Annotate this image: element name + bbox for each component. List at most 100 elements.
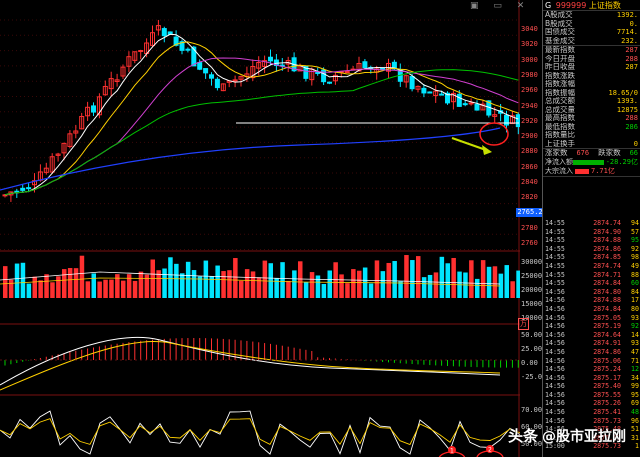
volume-bar <box>298 261 303 298</box>
volume-bar <box>239 280 244 298</box>
tick-price: 2874.85 <box>593 253 621 262</box>
stat-row-value: 286 <box>625 122 638 131</box>
stat-row: 最新指数 287 <box>543 46 640 55</box>
tick-time: 14:56 <box>545 365 565 374</box>
stat-row: 昨日收盘 287 <box>543 63 640 72</box>
volume-bar <box>73 268 79 298</box>
tick-time: 14:56 <box>545 304 565 313</box>
candle-body <box>161 28 167 37</box>
tick-price: 2875.73 <box>593 416 621 425</box>
tick-list[interactable]: 14:55 2874.74 94 14:55 2874.90 57 14:55 2874.88… <box>543 219 640 451</box>
kdj-marker-label: 1 <box>450 448 454 455</box>
volume-bar <box>292 270 297 298</box>
volume-bar <box>451 257 456 298</box>
volume-bar <box>103 279 108 298</box>
panel-title-name: 上证指数 <box>588 1 621 10</box>
tick-time: 14:55 <box>545 219 565 227</box>
panel-title[interactable]: G 999999 上证指数 <box>543 0 640 11</box>
tick-volume: 80 <box>631 304 639 313</box>
tick-volume: 92 <box>631 244 639 253</box>
volume-bar <box>62 269 67 298</box>
tick-time: 14:56 <box>545 399 565 408</box>
price-tick-label: 2940 <box>521 101 538 110</box>
ma60-line <box>4 69 519 196</box>
volume-bar <box>480 260 486 298</box>
volume-bar <box>262 260 268 298</box>
volume-bar <box>162 268 167 298</box>
tick-row: 14:56 2875.40 99 <box>543 382 640 391</box>
kdj-k-line <box>0 410 520 455</box>
volume-bar <box>339 274 344 298</box>
candle-body <box>138 50 144 53</box>
kline-chart-area[interactable]: 12 <box>0 0 520 457</box>
tick-volume: 99 <box>631 382 639 391</box>
kdj-marker-label: 2 <box>488 447 492 454</box>
tick-row: 14:55 2874.84 60 <box>543 279 640 288</box>
tick-volume: 14 <box>631 330 639 339</box>
candle-body <box>197 62 203 70</box>
tick-time: 14:55 <box>545 236 565 245</box>
turnover-row-value: 0. <box>629 19 638 28</box>
turnover-row-label: 基金成交 <box>545 36 575 45</box>
candle-body <box>462 103 468 106</box>
volume-bar <box>404 255 409 298</box>
candle-body <box>91 105 96 113</box>
macd-tick-label: 25.00 <box>521 345 543 353</box>
turnover-row: 国债成交 7714. <box>543 28 640 37</box>
turnover-row-label: 国债成交 <box>545 28 575 36</box>
volume-tick-label: 25000 <box>521 272 543 280</box>
volume-bar <box>357 270 362 298</box>
price-tick-label: 2920 <box>521 116 538 125</box>
stat-row-value: 288 <box>625 114 638 122</box>
tick-price: 2874.84 <box>593 304 621 313</box>
tick-row: 14:56 2875.05 93 <box>543 314 640 323</box>
volume-bar <box>215 265 220 298</box>
stat-row-label: 指数振幅 <box>545 88 575 97</box>
panel-title-code: 999999 <box>555 1 587 10</box>
tick-time: 14:56 <box>545 408 565 417</box>
volume-bar <box>445 263 450 298</box>
tick-time: 14:56 <box>545 296 565 305</box>
window-controls[interactable]: ▣ ▭ ✕ <box>470 1 530 11</box>
stat-row-label: 总成交量 <box>545 105 575 114</box>
candle-body <box>327 81 332 84</box>
tick-row: 14:56 2875.26 69 <box>543 399 640 408</box>
volume-bar <box>191 270 197 298</box>
tick-price: 2875.19 <box>593 322 621 331</box>
candle-body <box>26 187 32 190</box>
tick-price: 2874.91 <box>593 339 621 348</box>
macd-tick-label: 50.00 <box>521 331 543 339</box>
tick-row: 14:55 2874.71 88 <box>543 271 640 280</box>
stat-row-value: 0 <box>633 139 638 148</box>
tick-time: 14:56 <box>545 339 565 348</box>
tick-volume: 47 <box>631 347 639 356</box>
volume-bar <box>327 270 332 298</box>
volume-bar <box>469 260 474 298</box>
stat-row-value: 1393. <box>616 97 638 105</box>
tick-time: 14:55 <box>545 253 565 262</box>
volume-bar <box>85 281 91 298</box>
tick-row: 14:56 2874.80 84 <box>543 288 640 297</box>
tick-time: 14:56 <box>545 347 565 356</box>
tick-row: 14:56 2875.55 95 <box>543 391 640 400</box>
volume-bar <box>427 274 433 298</box>
stat-row: 最高指数 288 <box>543 114 640 123</box>
tick-time: 14:55 <box>545 244 565 253</box>
capital-flow-rows: 净流入额 -28.29亿 大宗流入 7.71亿 <box>543 158 640 176</box>
candle-body <box>439 93 445 96</box>
tick-time: 14:56 <box>545 322 565 331</box>
volume-bar <box>392 261 397 298</box>
tick-row: 14:56 2875.17 34 <box>543 374 640 383</box>
tick-price: 2875.06 <box>593 356 621 365</box>
tick-row: 14:56 2875.41 48 <box>543 408 640 417</box>
volume-bar <box>91 273 96 298</box>
volume-bar <box>439 256 445 298</box>
turnover-row-label: A股成交 <box>545 11 573 19</box>
tick-volume: 96 <box>631 416 639 425</box>
stat-row: 上证换手 0 <box>543 140 640 149</box>
kline-chart-svg[interactable]: 12 <box>0 0 520 457</box>
volume-bar <box>180 273 185 298</box>
flow-label: 大宗流入 <box>545 167 573 175</box>
candle-body <box>362 61 368 69</box>
volume-bar <box>516 270 520 298</box>
